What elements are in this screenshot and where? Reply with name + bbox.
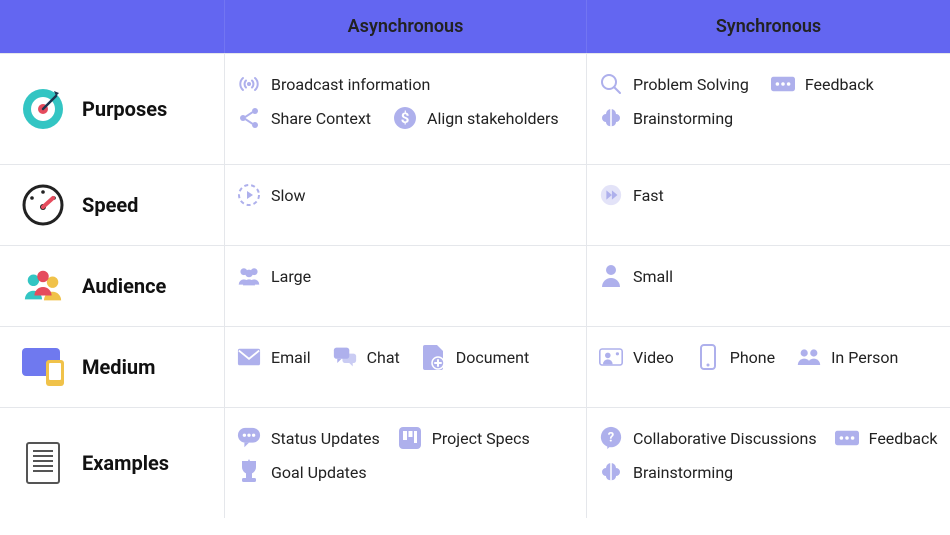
svg-text:?: ? [608, 431, 614, 446]
item-label: Email [271, 348, 311, 367]
row-label-purposes: Purposes [0, 53, 225, 164]
item: ? Collaborative Discussions [599, 426, 817, 450]
two-people-icon [797, 345, 821, 369]
item-label: Project Specs [432, 429, 530, 448]
share-icon [237, 106, 261, 130]
cell-examples-sync: ? Collaborative Discussions Feedback Bra… [587, 407, 950, 518]
svg-text:$: $ [401, 109, 410, 127]
video-person-icon [599, 345, 623, 369]
comparison-table: Asynchronous Synchronous Purposes [0, 0, 950, 518]
item-label: Phone [730, 348, 775, 367]
devices-icon [22, 346, 64, 388]
broadcast-icon [237, 72, 261, 96]
cell-purposes-sync: Problem Solving Feedback Brainstorming [587, 53, 950, 164]
item-label: Small [633, 267, 673, 286]
row-label-audience: Audience [0, 245, 225, 326]
item-label: Slow [271, 186, 306, 205]
item: Email [237, 345, 311, 369]
item-label: Brainstorming [633, 463, 733, 482]
item: Broadcast information [237, 72, 430, 96]
item: Project Specs [398, 426, 530, 450]
item: Fast [599, 183, 664, 207]
item: Document [422, 345, 529, 369]
header-sync: Synchronous [587, 0, 950, 53]
item-label: In Person [831, 348, 898, 367]
person-icon [599, 264, 623, 288]
item-label: Share Context [271, 109, 371, 128]
item-label: Status Updates [271, 429, 380, 448]
item: Chat [333, 345, 400, 369]
item-label: Document [456, 348, 529, 367]
trophy-icon [237, 460, 261, 484]
item: Feedback [771, 72, 874, 96]
header-blank [0, 0, 225, 53]
cell-purposes-async: Broadcast information Share Context $ Al… [225, 53, 587, 164]
row-label-speed: Speed [0, 164, 225, 245]
item-label: Align stakeholders [427, 109, 559, 128]
item-label: Broadcast information [271, 75, 430, 94]
dollar-icon: $ [393, 106, 417, 130]
chat-dots-icon [237, 426, 261, 450]
item: Share Context [237, 106, 371, 130]
brain-icon [599, 106, 623, 130]
brain-icon [599, 460, 623, 484]
play-dashed-icon [237, 183, 261, 207]
item: Brainstorming [599, 460, 733, 484]
board-icon [398, 426, 422, 450]
item: Feedback [835, 426, 938, 450]
row-label: Examples [82, 451, 169, 475]
item: Phone [696, 345, 775, 369]
people-colored-icon [22, 265, 64, 307]
item-label: Goal Updates [271, 463, 367, 482]
row-label: Purposes [82, 97, 167, 121]
fast-forward-icon [599, 183, 623, 207]
item: Slow [237, 183, 306, 207]
item-label: Fast [633, 186, 664, 205]
cell-audience-sync: Small [587, 245, 950, 326]
item: Problem Solving [599, 72, 749, 96]
item: Goal Updates [237, 460, 367, 484]
phone-icon [696, 345, 720, 369]
dots-box-icon [835, 426, 859, 450]
envelope-icon [237, 345, 261, 369]
item: Small [599, 264, 673, 288]
magnifier-icon [599, 72, 623, 96]
header-async: Asynchronous [225, 0, 587, 53]
document-add-icon [422, 345, 446, 369]
row-label-medium: Medium [0, 326, 225, 407]
item-label: Brainstorming [633, 109, 733, 128]
item-label: Chat [367, 348, 400, 367]
cell-speed-sync: Fast [587, 164, 950, 245]
gauge-icon [22, 184, 64, 226]
item-label: Large [271, 267, 311, 286]
row-label: Speed [82, 193, 138, 217]
item-label: Feedback [869, 429, 938, 448]
item: $ Align stakeholders [393, 106, 559, 130]
target-icon [22, 88, 64, 130]
item: Video [599, 345, 674, 369]
row-label: Medium [82, 355, 155, 379]
chat-bubbles-icon [333, 345, 357, 369]
row-label: Audience [82, 274, 166, 298]
item-label: Feedback [805, 75, 874, 94]
cell-audience-async: Large [225, 245, 587, 326]
item-label: Video [633, 348, 674, 367]
cell-medium-sync: Video Phone In Person [587, 326, 950, 407]
item-label: Collaborative Discussions [633, 429, 817, 448]
cell-medium-async: Email Chat Document [225, 326, 587, 407]
item: Brainstorming [599, 106, 733, 130]
item: Status Updates [237, 426, 380, 450]
item: In Person [797, 345, 898, 369]
cell-examples-async: Status Updates Project Specs Goal Update… [225, 407, 587, 518]
document-lines-icon [22, 442, 64, 484]
row-label-examples: Examples [0, 407, 225, 518]
cell-speed-async: Slow [225, 164, 587, 245]
item-label: Problem Solving [633, 75, 749, 94]
question-bubble-icon: ? [599, 426, 623, 450]
item: Large [237, 264, 311, 288]
dots-box-icon [771, 72, 795, 96]
group-icon [237, 264, 261, 288]
